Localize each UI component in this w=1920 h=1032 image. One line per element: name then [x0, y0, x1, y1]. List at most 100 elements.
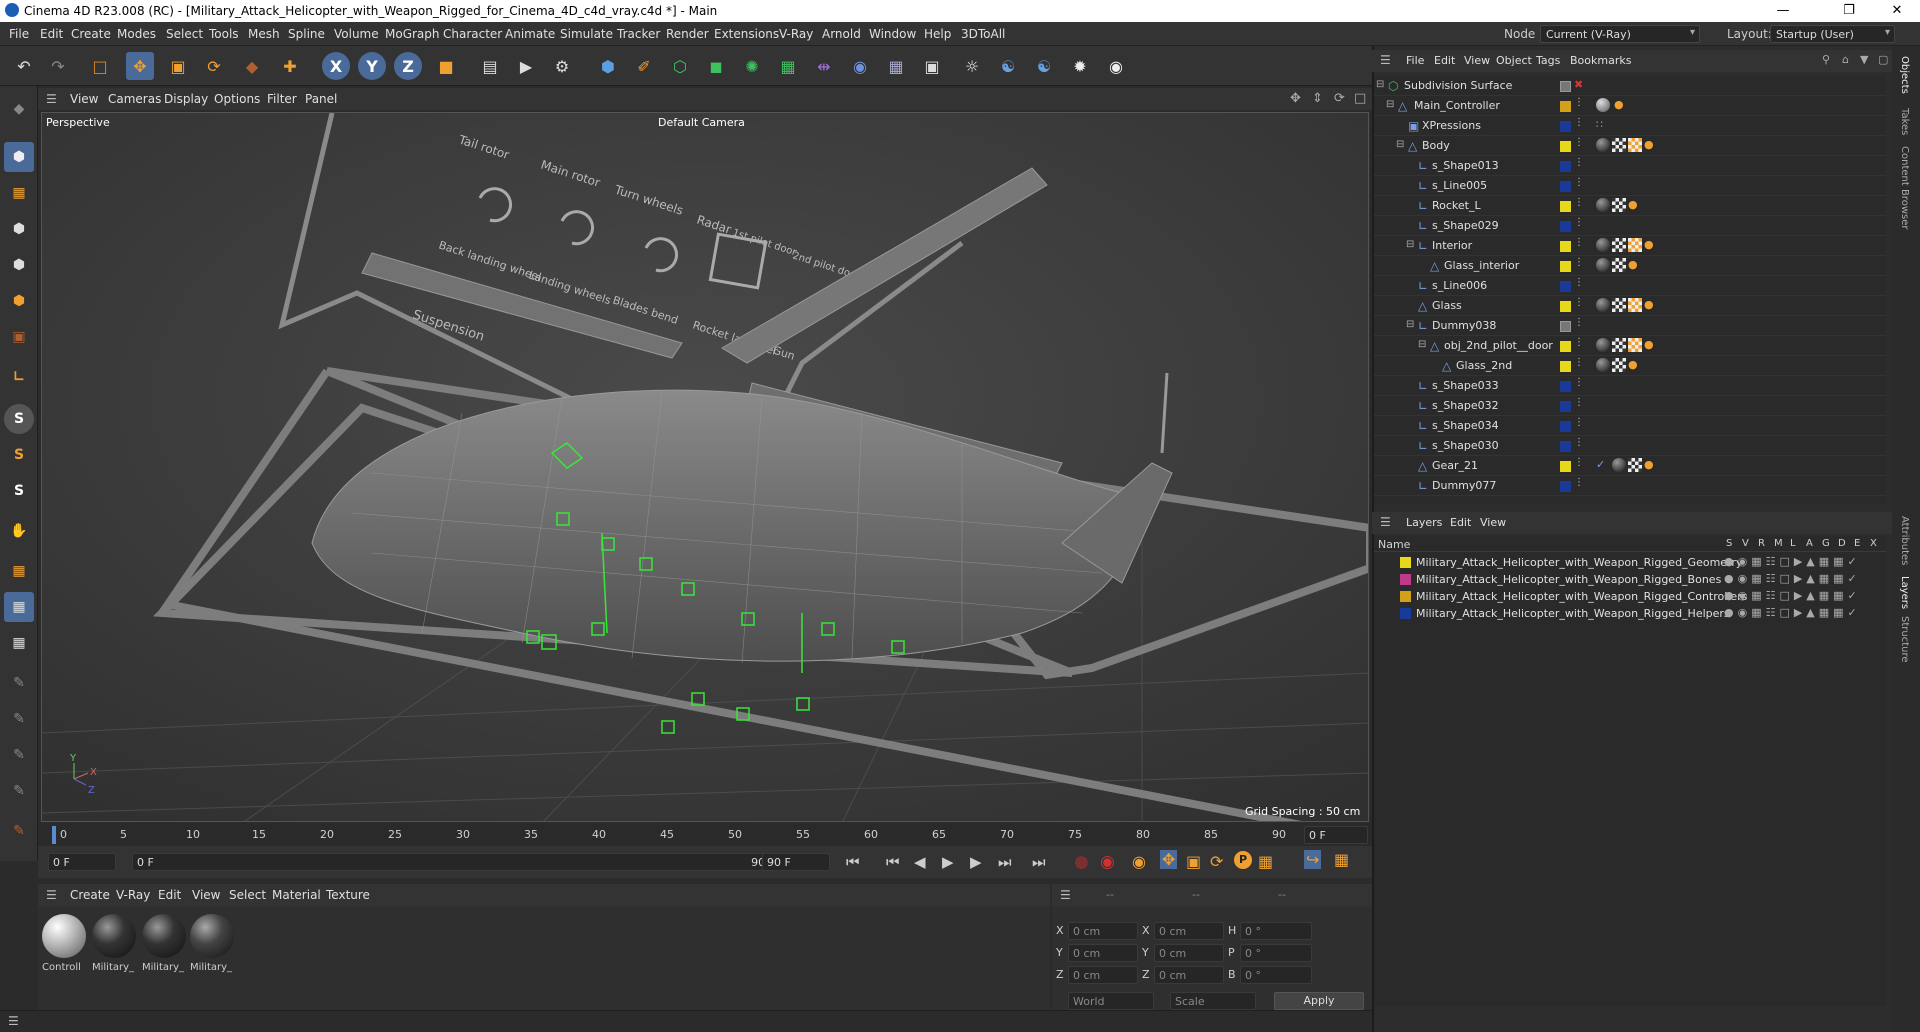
layer-color-chip[interactable]: [1560, 221, 1571, 232]
layer-color-chip[interactable]: [1560, 261, 1571, 272]
points-mode-icon[interactable]: ⬢: [4, 214, 34, 244]
layer-color-chip[interactable]: [1560, 241, 1571, 252]
layer-color-chip[interactable]: [1560, 281, 1571, 292]
model-mode-icon[interactable]: ⬢: [4, 142, 34, 172]
rotate-icon[interactable]: ⟳: [200, 52, 228, 80]
viewport-menu-panel[interactable]: Panel: [305, 92, 337, 106]
dolly-icon[interactable]: ⇕: [1312, 91, 1323, 106]
solo-icon[interactable]: S: [4, 476, 34, 506]
edges-mode-icon[interactable]: ⬢: [4, 250, 34, 280]
object-row[interactable]: △ Gear_21 ⋮ ✓ ●: [1374, 456, 1886, 476]
material-menu-create[interactable]: Create: [70, 888, 110, 902]
menu-animate[interactable]: Animate: [505, 27, 555, 41]
texture-mode-icon[interactable]: ▦: [4, 178, 34, 208]
material-menu-material[interactable]: Material: [272, 888, 321, 902]
material-tag-icon[interactable]: [1596, 358, 1610, 372]
layer-color-chip[interactable]: [1560, 181, 1571, 192]
xref-column-header[interactable]: X: [1870, 538, 1877, 549]
object-row[interactable]: ⊟ △ obj_2nd_pilot__door ⋮ ●: [1374, 336, 1886, 356]
next-key-icon[interactable]: ⏭: [998, 853, 1012, 871]
menu-tracker[interactable]: Tracker: [617, 27, 660, 41]
recent-tools-icon[interactable]: ◆: [238, 52, 266, 80]
layer-color-chip[interactable]: [1560, 421, 1571, 432]
layer-menu-view[interactable]: View: [1480, 516, 1506, 529]
layer-color-chip[interactable]: [1560, 481, 1571, 492]
object-row[interactable]: ⊟ △ Body ⋮ ●: [1374, 136, 1886, 156]
texture-tag-icon[interactable]: [1612, 198, 1626, 212]
object-menu-file[interactable]: File: [1406, 54, 1424, 67]
current-frame-field[interactable]: 0 F: [1304, 826, 1368, 844]
layout-dropdown[interactable]: Startup (User) ▾: [1770, 25, 1895, 43]
layer-row[interactable]: Military_Attack_Helicopter_with_Weapon_R…: [1374, 554, 1886, 571]
next-frame-icon[interactable]: ▶: [970, 853, 982, 871]
visibility-dots-icon[interactable]: ⋮: [1574, 477, 1584, 488]
locked-column-header[interactable]: L: [1790, 538, 1796, 549]
layer-flag-icons[interactable]: ●◉▦☷□▶▲▦▦✓: [1724, 589, 1861, 602]
material-tag-icon[interactable]: [1612, 458, 1626, 472]
visibility-dots-icon[interactable]: ⋮: [1574, 337, 1584, 348]
position-y-field[interactable]: 0 cm: [1068, 944, 1138, 962]
play-icon[interactable]: ▶: [942, 853, 954, 871]
object-row[interactable]: △ Glass ⋮ ●: [1374, 296, 1886, 316]
tag-icon[interactable]: ●: [1644, 338, 1654, 351]
keyframe-selection-icon[interactable]: ◉: [1132, 852, 1146, 871]
globe-icon[interactable]: ◉: [1102, 52, 1130, 80]
undo-icon[interactable]: ↶: [10, 52, 38, 80]
collapse-icon[interactable]: ⊟: [1418, 339, 1426, 350]
key-scale-icon[interactable]: ▣: [1186, 852, 1201, 871]
enable-toggle-icon[interactable]: ✖: [1574, 78, 1583, 91]
layer-color-chip[interactable]: [1400, 608, 1411, 619]
texture-tag-icon[interactable]: [1612, 238, 1626, 252]
expressions-column-header[interactable]: E: [1854, 538, 1860, 549]
visibility-dots-icon[interactable]: ⋮: [1574, 137, 1584, 148]
layer-color-chip[interactable]: [1560, 81, 1571, 92]
material-swatch[interactable]: [42, 914, 86, 958]
uvw-tag-icon[interactable]: [1628, 238, 1642, 252]
new-window-icon[interactable]: ▢: [1878, 53, 1888, 66]
collapse-icon[interactable]: ⊟: [1376, 79, 1384, 90]
brush-icon[interactable]: ✎: [4, 776, 34, 806]
material-menu-edit[interactable]: Edit: [158, 888, 181, 902]
size-z-field[interactable]: 0 cm: [1154, 966, 1224, 984]
texture-tag-icon[interactable]: [1612, 138, 1626, 152]
vray-settings-icon[interactable]: ✹: [1066, 52, 1094, 80]
coordinate-system-icon[interactable]: ■: [432, 52, 460, 80]
texture-tag-icon[interactable]: [1612, 358, 1626, 372]
layer-row[interactable]: Military_Attack_Helicopter_with_Weapon_R…: [1374, 571, 1886, 588]
scale-mode-dropdown[interactable]: Scale: [1170, 992, 1256, 1010]
material-menu-vray[interactable]: V-Ray: [116, 888, 150, 902]
object-row[interactable]: ∟ s_Shape034 ⋮: [1374, 416, 1886, 436]
layer-color-chip[interactable]: [1400, 557, 1411, 568]
subdivision-icon[interactable]: ⬡: [666, 52, 694, 80]
menu-file[interactable]: File: [9, 27, 29, 41]
menu-spline[interactable]: Spline: [288, 27, 325, 41]
menu-select[interactable]: Select: [166, 27, 203, 41]
manager-column-header[interactable]: M: [1774, 538, 1783, 549]
visibility-dots-icon[interactable]: ⋮: [1574, 377, 1584, 388]
layer-color-chip[interactable]: [1560, 461, 1571, 472]
go-to-end-icon[interactable]: ⏭: [1032, 853, 1046, 871]
layer-color-chip[interactable]: [1560, 301, 1571, 312]
deformer-icon[interactable]: ⇹: [810, 52, 838, 80]
texture-tag-icon[interactable]: [1612, 338, 1626, 352]
viewport-3d[interactable]: Tail rotor Main rotor Turn wheels Radar …: [41, 112, 1369, 822]
object-row[interactable]: ∟ s_Line006 ⋮: [1374, 276, 1886, 296]
node-space-dropdown[interactable]: Current (V-Ray) ▾: [1540, 25, 1700, 43]
visibility-dots-icon[interactable]: ⋮: [1574, 177, 1584, 188]
frame-range-slider[interactable]: 0 F 90 F: [132, 853, 782, 871]
view-column-header[interactable]: V: [1742, 538, 1749, 549]
autokey-icon[interactable]: ◉: [1100, 852, 1115, 872]
render-picture-viewer-icon[interactable]: ▶: [512, 52, 540, 80]
texture-tag-icon[interactable]: [1628, 458, 1642, 472]
layer-color-chip[interactable]: [1400, 591, 1411, 602]
visibility-dots-icon[interactable]: ⋮: [1574, 437, 1584, 448]
material-tag-icon[interactable]: [1596, 138, 1610, 152]
visibility-dots-icon[interactable]: ⋮: [1574, 97, 1584, 108]
object-row[interactable]: ∟ s_Shape032 ⋮: [1374, 396, 1886, 416]
solo-column-header[interactable]: S: [1726, 538, 1732, 549]
collapse-icon[interactable]: ⊟: [1386, 99, 1394, 110]
visibility-dots-icon[interactable]: ⋮: [1574, 397, 1584, 408]
uv-mode-icon[interactable]: ▣: [4, 322, 34, 352]
previous-frame-icon[interactable]: ◀: [914, 853, 926, 871]
home-icon[interactable]: ⌂: [1842, 53, 1849, 66]
